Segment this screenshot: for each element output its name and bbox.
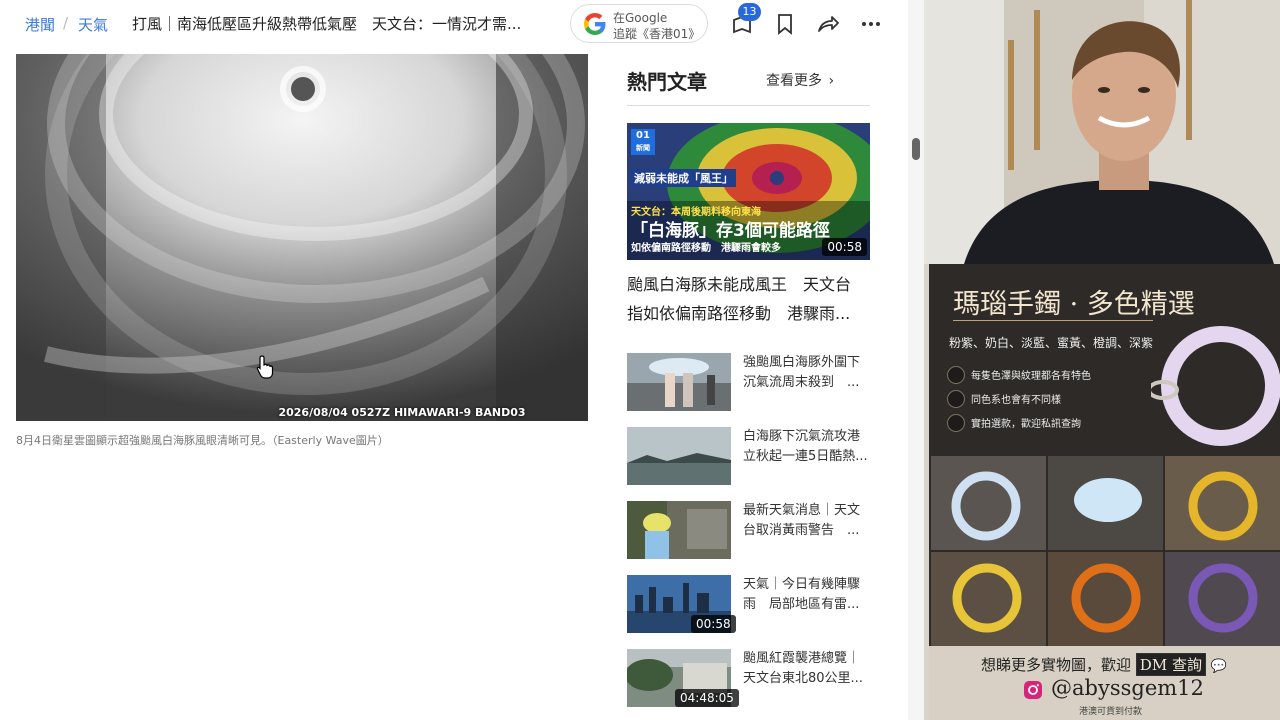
bracelet-photo [1165, 552, 1280, 646]
vertical-scrollbar[interactable] [908, 0, 924, 720]
article-list-item[interactable]: 04:48:05 颱風紅霞襲港總覽｜ 天文台東北80公里... [627, 649, 877, 709]
bracelet-photo [931, 552, 1046, 646]
article-title: 強颱風白海豚外圍下 沉氣流周末殺到 ... [743, 353, 873, 393]
google-logo-icon [584, 13, 606, 35]
article-title: 颱風紅霞襲港總覽｜ 天文台東北80公里... [743, 649, 873, 689]
article-title: 白海豚下沉氣流攻港 立秋起一連5日酷熱... [743, 427, 873, 467]
gem-icon [947, 390, 965, 408]
article-title-line2: 天文台東北80公里... [743, 671, 863, 686]
gem-icon [947, 366, 965, 384]
scrollbar-thumb[interactable] [912, 138, 920, 160]
article-title-line1: 強颱風白海豚外圍下 [743, 355, 861, 370]
featured-title-line2: 指如依偏南路徑移動 港驟雨... [627, 304, 851, 323]
article-thumbnail [627, 501, 731, 559]
instagram-icon [1024, 681, 1042, 699]
typhoon-satellite-picture [16, 54, 588, 421]
featured-video-thumbnail[interactable]: 01 新聞 減弱未能成「風王」 天文台：本周後期料移向東海 「白海豚」存3個可能… [627, 123, 870, 260]
ad-footer-line: 想睇更多實物圖，歡迎 DM 查詢 💬 [981, 653, 1227, 676]
featured-title-line1: 颱風白海豚未能成風王 天文台 [627, 275, 852, 294]
hot-articles-heading: 熱門文章 [627, 70, 707, 94]
article-title-line1: 天氣｜今日有幾陣驟 [743, 577, 861, 592]
see-more-label: 查看更多 [766, 73, 822, 89]
ad-subtitle: 粉紫、奶白、淡藍、蜜黃、橙調、深紫 [949, 336, 1154, 350]
news-logo-text: 01 [636, 130, 650, 141]
browser-page: 港聞 / 天氣 打風｜南海低壓區升級熱帶低氣壓 天文台：一情況才需... 在Go… [0, 0, 924, 720]
bracelet-photo [931, 456, 1046, 550]
article-title: 最新天氣消息｜天文 台取消黃雨警告 ... [743, 501, 873, 541]
bracelet-photo [1048, 456, 1163, 550]
news-logo-sub: 新聞 [636, 144, 650, 152]
bracelet-photo [1048, 552, 1163, 646]
see-more-link[interactable]: 查看更多 › [766, 70, 834, 90]
streamer-webcam-picture [924, 0, 1280, 264]
share-icon[interactable] [815, 11, 841, 37]
breadcrumb-separator: / [63, 14, 69, 32]
thumb-overlay-3: 「白海豚」存3個可能路徑 [631, 221, 830, 241]
cloudy-harbour-picture [627, 427, 731, 485]
article-title-line1: 颱風紅霞襲港總覽｜ [743, 651, 861, 666]
more-options-icon[interactable] [858, 11, 884, 37]
ad-title: 瑪瑙手鐲 · 多色精選 [953, 289, 1195, 320]
article-title-line2: 沉氣流周末殺到 ... [743, 375, 860, 390]
bookmark-icon[interactable] [772, 11, 798, 37]
ad-footer-text: 想睇更多實物圖，歡迎 [981, 656, 1132, 674]
thumb-overlay-1: 減弱未能成「風王」 [631, 169, 736, 187]
article-title-line2: 雨 局部地區有雷... [743, 597, 860, 612]
article-list-item[interactable]: 最新天氣消息｜天文 台取消黃雨警告 ... [627, 501, 877, 561]
image-caption: 8月4日衛星雲圖顯示超強颱風白海豚風眼清晰可見。（Easterly Wave圖片… [16, 434, 389, 447]
google-follow-button[interactable]: 在Google 追蹤《香港01》 [570, 4, 708, 43]
ad-feature-text: 實拍選款，歡迎私訊查詢 [971, 419, 1081, 430]
article-title-line1: 最新天氣消息｜天文 [743, 503, 861, 518]
divider [627, 105, 870, 106]
thumb-overlay-4: 如依偏南路徑移動 港驟雨會較多 [631, 243, 781, 254]
news-logo: 01 新聞 [631, 129, 655, 155]
satellite-cloud-image: 2026/08/04 0527Z HIMAWARI-9 BAND03 [16, 54, 588, 421]
breadcrumb-news[interactable]: 港聞 [25, 14, 55, 35]
article-list-item[interactable]: 強颱風白海豚外圍下 沉氣流周末殺到 ... [627, 353, 877, 413]
ad-title-underline [953, 320, 1153, 321]
ad-footer-small: 港澳可貨到付款 [1079, 707, 1143, 717]
chat-bubble-icon: 💬 [1210, 659, 1227, 674]
notification-count-badge: 13 [738, 3, 761, 21]
article-thumbnail [627, 427, 731, 485]
hand-cursor-icon [256, 355, 274, 379]
article-title: 天氣｜今日有幾陣驟 雨 局部地區有雷... [743, 575, 873, 615]
ad-feature-text: 每隻色澤與紋理都各有特色 [971, 371, 1091, 382]
video-duration: 04:48:05 [675, 689, 739, 707]
instagram-handle-text: @abyssgem12 [1051, 676, 1204, 700]
chevron-right-icon: › [828, 73, 835, 89]
video-duration: 00:58 [691, 615, 736, 633]
image-timestamp: 2026/08/04 0527Z HIMAWARI-9 BAND03 [278, 406, 526, 419]
rainy-street-picture [627, 501, 731, 559]
article-list-item[interactable]: 白海豚下沉氣流攻港 立秋起一連5日酷熱... [627, 427, 877, 487]
article-title-line2: 台取消黃雨警告 ... [743, 523, 860, 538]
breadcrumb-weather[interactable]: 天氣 [78, 14, 108, 35]
ad-feature-text: 同色系也會有不同樣 [971, 395, 1061, 406]
chat-icon [947, 414, 965, 432]
instagram-handle: @abyssgem12 [1051, 676, 1204, 700]
ad-footer: 想睇更多實物圖，歡迎 DM 查詢 💬 @abyssgem12 港澳可貨到付款 [929, 646, 1280, 720]
article-list-item[interactable]: 00:58 天氣｜今日有幾陣驟 雨 局部地區有雷... [627, 575, 877, 635]
bracelet-photo-grid [931, 456, 1280, 646]
dm-badge: DM 查詢 [1135, 653, 1206, 676]
umbrella-street-picture [627, 353, 731, 411]
bracelet-ad-overlay: 瑪瑙手鐲 · 多色精選 粉紫、奶白、淡藍、蜜黃、橙調、深紫 每隻色澤與紋理都各有… [929, 264, 1280, 720]
video-duration: 00:58 [822, 238, 867, 256]
lavender-bracelet-picture [1151, 326, 1280, 446]
webcam-video-panel: 瑪瑙手鐲 · 多色精選 粉紫、奶白、淡藍、蜜黃、橙調、深紫 每隻色澤與紋理都各有… [924, 0, 1280, 720]
google-follow-line2: 追蹤《香港01》 [613, 27, 701, 41]
screen: 港聞 / 天氣 打風｜南海低壓區升級熱帶低氣壓 天文台：一情況才需... 在Go… [0, 0, 1280, 720]
article-header-bar: 港聞 / 天氣 打風｜南海低壓區升級熱帶低氣壓 天文台：一情況才需... 在Go… [0, 0, 924, 50]
article-title-line1: 白海豚下沉氣流攻港 [743, 429, 861, 444]
article-thumbnail [627, 353, 731, 411]
article-title-line2: 立秋起一連5日酷熱... [743, 449, 868, 464]
google-follow-line1: 在Google [613, 11, 668, 25]
featured-article-title[interactable]: 颱風白海豚未能成風王 天文台 指如依偏南路徑移動 港驟雨... [627, 270, 877, 328]
bracelet-photo [1165, 456, 1280, 550]
page-title: 打風｜南海低壓區升級熱帶低氣壓 天文台：一情況才需... [132, 15, 522, 33]
